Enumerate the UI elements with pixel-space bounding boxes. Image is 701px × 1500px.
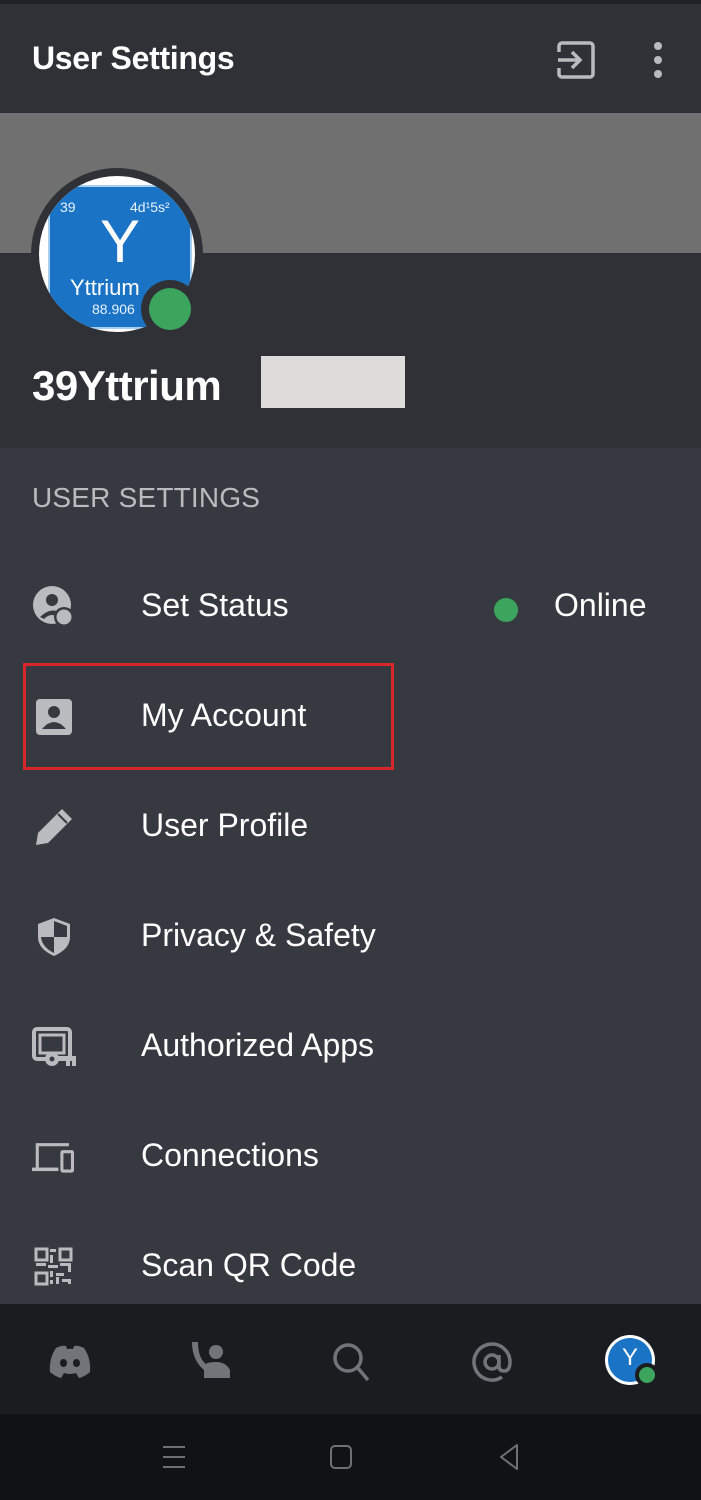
back-nav-icon[interactable] (492, 1440, 526, 1474)
logout-icon[interactable] (556, 40, 596, 80)
discord-icon[interactable] (44, 1336, 96, 1388)
settings-item-my-account[interactable]: My Account (0, 665, 701, 765)
account-icon (36, 699, 72, 735)
recent-apps-icon[interactable] (157, 1440, 191, 1474)
bottom-tab-bar (0, 1304, 701, 1414)
settings-item-privacy-safety[interactable]: Privacy & Safety (0, 885, 701, 985)
more-vertical-icon[interactable] (644, 40, 672, 80)
avatar-atomic-mass: 88.906 (92, 301, 135, 317)
settings-item-scan-qr[interactable]: Scan QR Code (0, 1215, 701, 1315)
devices-icon (32, 1143, 75, 1173)
avatar-element-name: Yttrium (70, 275, 140, 300)
set-status-icon (33, 586, 74, 627)
section-label-user-settings: USER SETTINGS (32, 482, 261, 513)
settings-item-label: Authorized Apps (141, 1027, 375, 1063)
qr-code-icon (34, 1247, 73, 1286)
page-title: User Settings (32, 40, 235, 76)
pencil-icon (36, 809, 72, 845)
mini-online-status-indicator (635, 1363, 659, 1387)
android-nav-bar (0, 1414, 701, 1500)
avatar-symbol: Y (99, 208, 141, 275)
home-nav-icon[interactable] (324, 1440, 358, 1474)
status-value: Online (554, 587, 647, 623)
app-header: User Settings (0, 4, 701, 113)
settings-item-label: Privacy & Safety (141, 917, 376, 953)
settings-item-label: My Account (141, 697, 307, 733)
authorized-apps-icon (32, 1027, 76, 1066)
at-icon[interactable] (466, 1336, 518, 1388)
settings-item-authorized-apps[interactable]: Authorized Apps (0, 995, 701, 1095)
settings-item-connections[interactable]: Connections (0, 1105, 701, 1205)
username: 39Yttrium (32, 362, 222, 409)
online-status-dot (494, 598, 518, 622)
settings-item-set-status[interactable]: Set Status Online (0, 555, 701, 655)
settings-item-label: Connections (141, 1137, 319, 1173)
shield-icon (38, 918, 70, 956)
redacted-discriminator (261, 356, 405, 408)
search-icon[interactable] (326, 1336, 378, 1388)
settings-item-label: User Profile (141, 807, 309, 843)
online-status-indicator (141, 280, 199, 338)
settings-item-label: Set Status (141, 587, 289, 623)
settings-item-label: Scan QR Code (141, 1247, 357, 1283)
settings-item-user-profile[interactable]: User Profile (0, 775, 701, 875)
friends-icon[interactable] (186, 1336, 238, 1388)
